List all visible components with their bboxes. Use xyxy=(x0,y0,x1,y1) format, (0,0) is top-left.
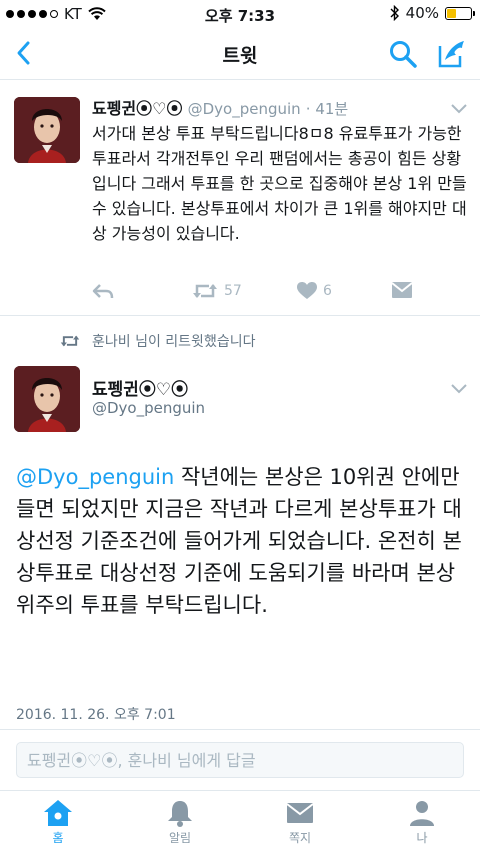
retweet-icon xyxy=(193,284,217,298)
search-icon[interactable] xyxy=(388,39,418,69)
tweet-actions: 57 6 xyxy=(92,282,422,304)
like-button[interactable]: 6 xyxy=(297,282,332,300)
tab-notifications[interactable]: 알림 xyxy=(150,799,210,846)
envelope-icon xyxy=(286,803,314,823)
user-name[interactable]: 됴펭귄⦿♡⦿ xyxy=(92,99,183,118)
user-name[interactable]: 됴펭귄⦿♡⦿ xyxy=(92,375,188,400)
status-right: 40% xyxy=(390,4,475,22)
chevron-down-icon[interactable] xyxy=(450,103,468,115)
envelope-icon xyxy=(392,282,412,298)
tab-home[interactable]: 홈 xyxy=(28,799,88,846)
bell-icon xyxy=(168,801,192,827)
retweet-icon xyxy=(60,335,80,347)
tweet-time: · 41분 xyxy=(305,100,349,118)
user-handle[interactable]: @Dyo_penguin xyxy=(92,399,205,417)
person-icon xyxy=(410,801,434,826)
tab-label: 쪽지 xyxy=(288,831,312,845)
tab-label: 나 xyxy=(416,831,428,845)
battery-fill xyxy=(447,8,457,18)
retweet-context[interactable]: 훈나비 님이 리트윗했습니다 xyxy=(60,331,255,351)
retweet-button[interactable]: 57 xyxy=(192,282,242,300)
status-bar: KT 오후 7:33 40% xyxy=(0,0,480,28)
user-handle[interactable]: @Dyo_penguin xyxy=(188,100,301,118)
mention-link[interactable]: @Dyo_penguin xyxy=(16,465,174,489)
message-button[interactable] xyxy=(392,282,412,298)
tab-me[interactable]: 나 xyxy=(392,799,452,846)
tab-bar: 홈 알림 쪽지 나 xyxy=(0,790,480,854)
tweet-text: @Dyo_penguin 작년에는 본상은 10위권 안에만 들면 되었지만 지… xyxy=(16,461,472,621)
retweet-context-label: 훈나비 님이 리트윗했습니다 xyxy=(92,334,256,350)
tab-messages[interactable]: 쪽지 xyxy=(270,799,330,846)
tab-label: 알림 xyxy=(168,831,192,845)
reply-button[interactable] xyxy=(92,282,114,300)
tweet-text: 서가대 본상 투표 부탁드립니다8ㅁ8 유료투표가 가능한 투표라서 각개전투인… xyxy=(92,124,467,243)
reply-input[interactable] xyxy=(16,742,464,778)
avatar[interactable] xyxy=(14,97,80,163)
retweet-count: 57 xyxy=(224,283,242,299)
tweet-date: 2016. 11. 26. 오후 7:01 xyxy=(16,707,176,723)
bluetooth-icon xyxy=(390,5,399,21)
avatar[interactable] xyxy=(14,366,80,432)
home-icon xyxy=(44,800,72,826)
nav-bar: 트윗 xyxy=(0,28,480,80)
tweet-header: 됴펭귄⦿♡⦿ @Dyo_penguin · 41분 xyxy=(92,95,348,119)
reply-bar xyxy=(0,729,480,787)
tab-label: 홈 xyxy=(52,831,64,845)
compose-icon[interactable] xyxy=(434,38,468,70)
battery-percent: 40% xyxy=(405,4,439,22)
reply-icon xyxy=(92,284,114,299)
battery-icon xyxy=(445,6,475,20)
heart-icon xyxy=(297,282,317,299)
like-count: 6 xyxy=(323,283,332,299)
chevron-down-icon[interactable] xyxy=(450,383,468,395)
tweet-card[interactable]: 됴펭귄⦿♡⦿ @Dyo_penguin · 41분 서가대 본상 투표 부탁드립… xyxy=(0,81,480,316)
